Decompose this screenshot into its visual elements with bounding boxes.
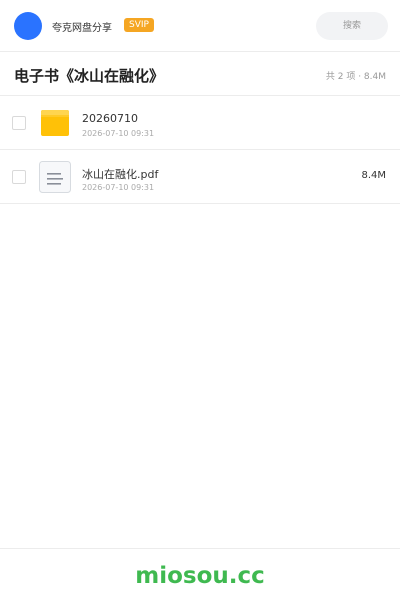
list-item[interactable]: 20260710 2026-07-10 09:31 (0, 96, 400, 150)
search-input[interactable]: 搜索 (316, 12, 388, 40)
file-date: 2026-07-10 09:31 (82, 129, 155, 138)
folder-icon (38, 106, 72, 140)
footer: miosou.cc (0, 548, 400, 600)
user-name[interactable]: 夸克网盘分享 (52, 19, 112, 34)
list-item[interactable]: 冰山在融化.pdf 2026-07-10 09:31 8.4M (0, 150, 400, 204)
svip-badge: SVIP (124, 18, 154, 32)
file-name[interactable]: 20260710 (82, 112, 138, 125)
row-checkbox[interactable] (12, 170, 26, 184)
document-icon (38, 160, 72, 194)
file-date: 2026-07-10 09:31 (82, 183, 155, 192)
row-checkbox[interactable] (12, 116, 26, 130)
file-size: 8.4M (361, 170, 386, 181)
brand-logo-text[interactable]: miosou.cc (0, 563, 400, 589)
file-name[interactable]: 冰山在融化.pdf (82, 166, 158, 182)
file-summary: 共 2 项 · 8.4M (325, 72, 386, 82)
page: 夸克网盘分享 SVIP 搜索 电子书《冰山在融化》 共 2 项 · 8.4M 2… (0, 0, 400, 600)
page-title: 电子书《冰山在融化》 (14, 67, 165, 85)
title-row: 电子书《冰山在融化》 共 2 项 · 8.4M (0, 52, 400, 96)
header: 夸克网盘分享 SVIP 搜索 (0, 0, 400, 52)
avatar[interactable] (14, 12, 42, 40)
